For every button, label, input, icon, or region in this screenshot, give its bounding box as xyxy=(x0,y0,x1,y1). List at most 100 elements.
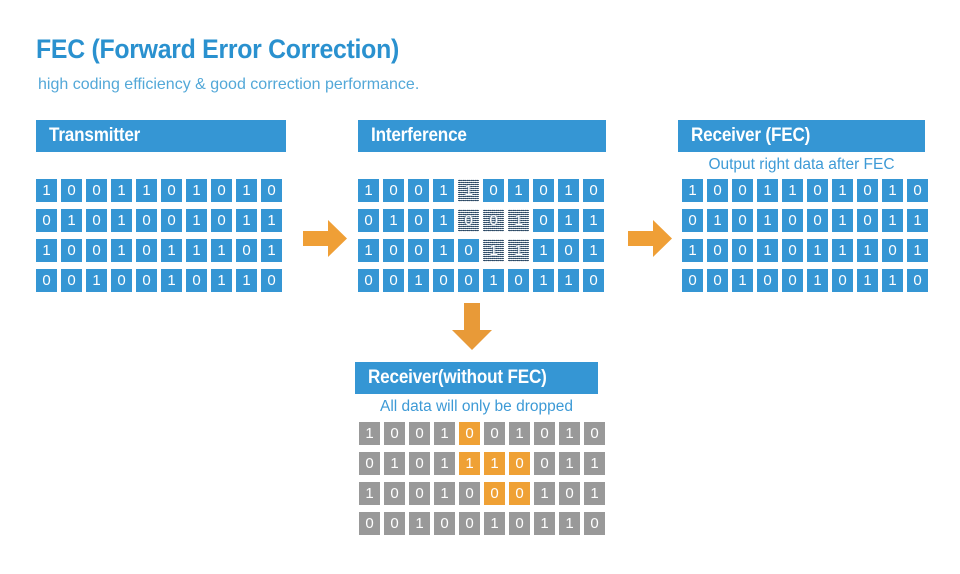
bit-cell: 0 xyxy=(36,269,57,292)
bit-cell: 0 xyxy=(136,239,157,262)
bit-cell: 0 xyxy=(408,209,429,232)
bit-cell: 1 xyxy=(434,452,455,475)
bit-cell: 0 xyxy=(136,209,157,232)
bit-cell: 0 xyxy=(433,269,454,292)
panel-header-label-receiver-no-fec: Receiver(without FEC) xyxy=(368,367,547,388)
bit-cell: 1 xyxy=(807,239,828,262)
bit-row: 0010010110 xyxy=(359,512,605,535)
bit-cell: 1 xyxy=(111,209,132,232)
bit-cell: 1 xyxy=(434,422,455,445)
bit-cell: 1 xyxy=(384,452,405,475)
arrow-right-icon-transmitter-to-interference xyxy=(303,220,347,257)
bit-cell: 0 xyxy=(484,422,505,445)
bit-cell: 0 xyxy=(383,269,404,292)
bit-cell: 1 xyxy=(161,269,182,292)
bit-cell: 0 xyxy=(584,422,605,445)
bit-cell: 0 xyxy=(533,179,554,202)
bit-cell-error: 1 xyxy=(484,452,505,475)
bit-grid-transmitter: 1001101010010100101110010111010010010110 xyxy=(36,179,282,292)
bit-cell: 0 xyxy=(409,452,430,475)
bit-cell: 1 xyxy=(707,209,728,232)
bit-cell: 1 xyxy=(408,269,429,292)
bit-cell: 1 xyxy=(358,179,379,202)
bit-row: 0010010110 xyxy=(358,269,604,292)
bit-cell: 0 xyxy=(409,422,430,445)
bit-cell: 0 xyxy=(111,269,132,292)
bit-cell: 0 xyxy=(707,269,728,292)
bit-cell: 0 xyxy=(86,239,107,262)
bit-grid-interference: 1001101010010100101110010111010010010110 xyxy=(358,179,604,292)
bit-grid-receiver-no-fec: 1001001010010111001110010001010010010110 xyxy=(359,422,605,535)
bit-cell: 1 xyxy=(61,209,82,232)
bit-row: 0010010110 xyxy=(36,269,282,292)
bit-cell: 0 xyxy=(459,512,480,535)
bit-cell: 1 xyxy=(832,239,853,262)
bit-cell: 0 xyxy=(86,179,107,202)
bit-cell: 0 xyxy=(383,179,404,202)
bit-row: 0101001011 xyxy=(682,209,928,232)
bit-cell: 0 xyxy=(559,482,580,505)
bit-cell: 1 xyxy=(757,239,778,262)
bit-row: 0010010110 xyxy=(682,269,928,292)
bit-row: 0101001011 xyxy=(36,209,282,232)
bit-cell: 1 xyxy=(559,512,580,535)
bit-cell: 1 xyxy=(509,422,530,445)
bit-cell: 0 xyxy=(682,209,703,232)
bit-cell: 1 xyxy=(433,209,454,232)
bit-cell: 0 xyxy=(782,209,803,232)
bit-cell: 1 xyxy=(433,179,454,202)
bit-cell: 1 xyxy=(186,209,207,232)
bit-cell: 0 xyxy=(882,239,903,262)
bit-cell: 1 xyxy=(359,482,380,505)
bit-cell: 1 xyxy=(732,269,753,292)
bit-cell: 1 xyxy=(584,482,605,505)
bit-cell: 1 xyxy=(583,209,604,232)
bit-cell: 1 xyxy=(383,209,404,232)
bit-cell: 1 xyxy=(559,422,580,445)
bit-cell: 0 xyxy=(434,512,455,535)
bit-cell-error: 0 xyxy=(459,422,480,445)
bit-cell: 1 xyxy=(558,179,579,202)
bit-cell-corrupted: 0 xyxy=(483,209,504,232)
page-subtitle: high coding efficiency & good correction… xyxy=(38,76,420,93)
bit-cell: 1 xyxy=(682,239,703,262)
bit-cell: 0 xyxy=(36,209,57,232)
panel-caption-receiver-no-fec: All data will only be dropped xyxy=(379,398,573,415)
bit-row: 1001000101 xyxy=(359,482,605,505)
bit-cell: 0 xyxy=(236,239,257,262)
bit-cell: 1 xyxy=(584,452,605,475)
bit-cell: 1 xyxy=(211,269,232,292)
bit-cell-corrupted: 0 xyxy=(458,209,479,232)
bit-cell: 1 xyxy=(882,179,903,202)
bit-cell: 1 xyxy=(907,239,928,262)
bit-cell: 1 xyxy=(358,239,379,262)
bit-cell: 0 xyxy=(508,269,529,292)
bit-cell: 1 xyxy=(533,239,554,262)
bit-cell: 0 xyxy=(61,179,82,202)
bit-cell: 1 xyxy=(136,179,157,202)
bit-cell: 1 xyxy=(111,239,132,262)
bit-cell: 0 xyxy=(832,269,853,292)
bit-row: 1001011101 xyxy=(36,239,282,262)
bit-cell: 0 xyxy=(359,452,380,475)
bit-cell: 0 xyxy=(732,179,753,202)
bit-row: 1001101010 xyxy=(358,179,604,202)
bit-cell: 0 xyxy=(358,269,379,292)
bit-cell-error: 0 xyxy=(509,482,530,505)
bit-cell: 1 xyxy=(857,269,878,292)
bit-row: 1001011101 xyxy=(682,239,928,262)
arrow-right-icon-interference-to-receiver-fec xyxy=(628,220,672,257)
bit-cell: 1 xyxy=(682,179,703,202)
bit-cell: 1 xyxy=(807,269,828,292)
bit-cell-corrupted: 1 xyxy=(483,239,504,262)
panel-receiver-fec: Receiver (FEC) Output right data after F… xyxy=(678,120,928,292)
diagram-canvas: FEC (Forward Error Correction) high codi… xyxy=(0,0,960,574)
bit-cell: 1 xyxy=(261,239,282,262)
bit-cell: 0 xyxy=(807,179,828,202)
page-title: FEC (Forward Error Correction) xyxy=(36,34,399,64)
bit-cell-corrupted: 1 xyxy=(458,179,479,202)
bit-cell: 0 xyxy=(483,179,504,202)
bit-cell: 0 xyxy=(732,209,753,232)
bit-cell: 1 xyxy=(857,239,878,262)
bit-cell: 0 xyxy=(161,209,182,232)
